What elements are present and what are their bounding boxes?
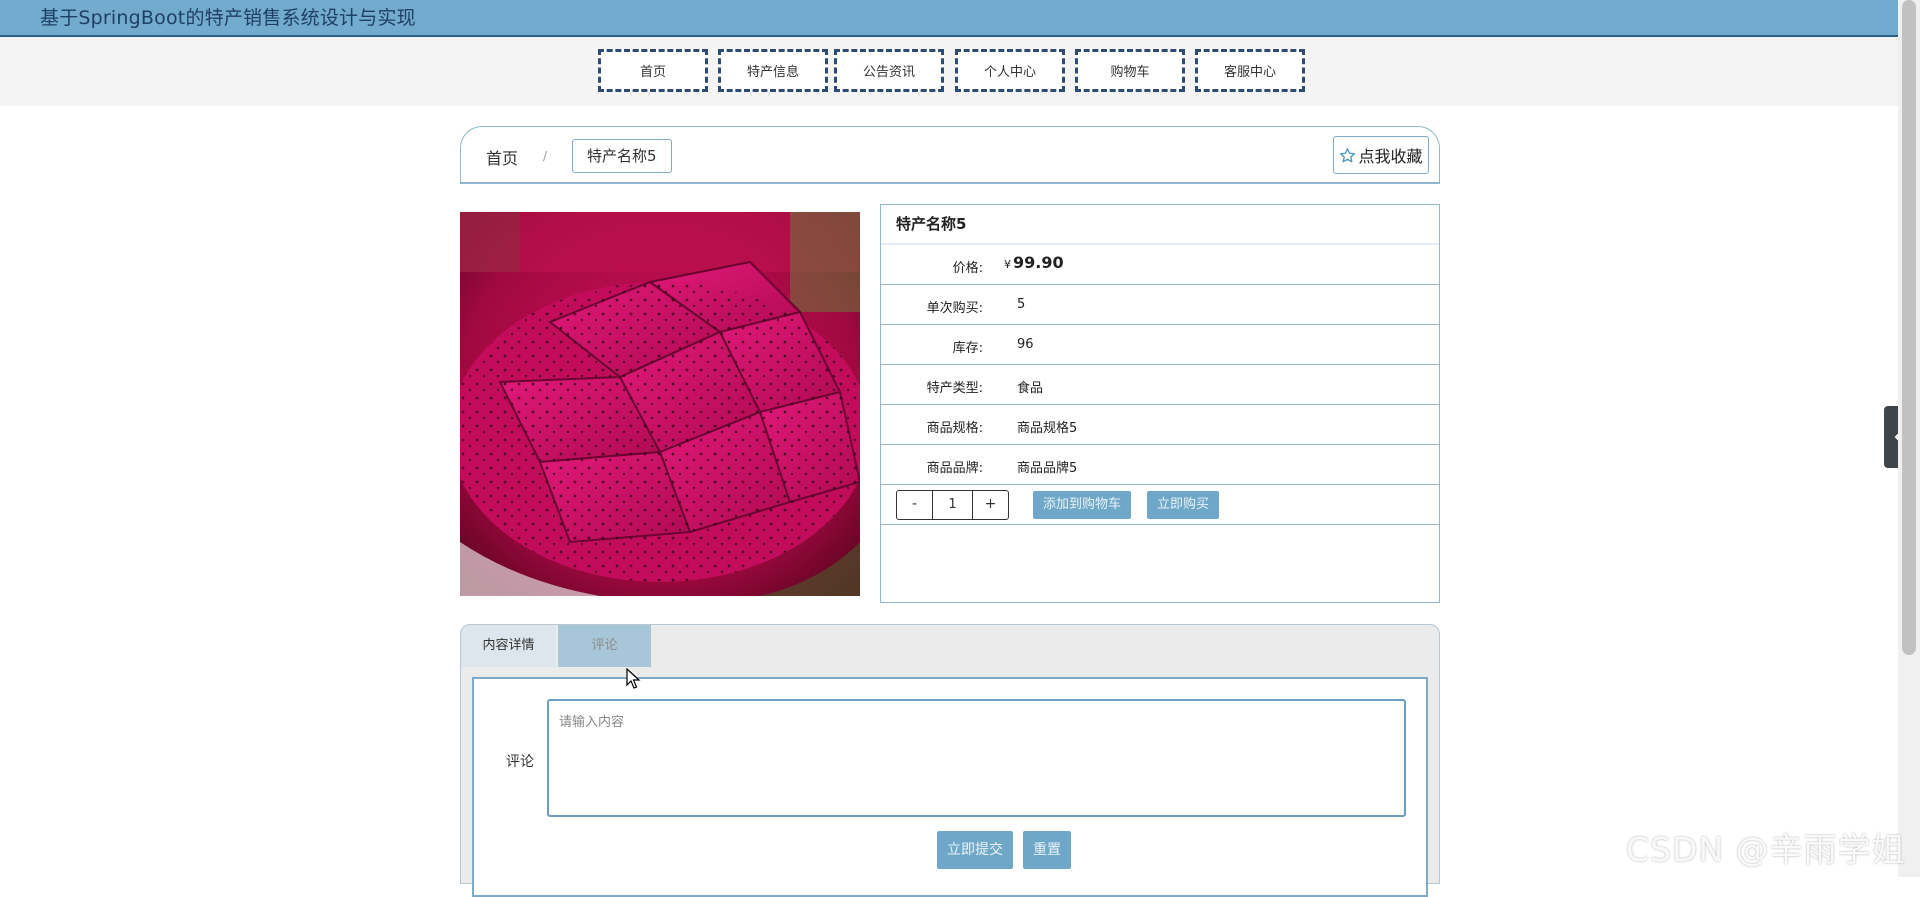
main-nav: 首页 特产信息 公告资讯 个人中心 购物车 客服中心: [0, 37, 1920, 106]
submit-button[interactable]: 立即提交: [937, 831, 1013, 869]
purchase-row: - 1 + 添加到购物车 立即购买: [881, 485, 1439, 525]
add-to-cart-button[interactable]: 添加到购物车: [1033, 491, 1132, 519]
favorite-label: 点我收藏: [1358, 147, 1423, 166]
comment-label: 评论: [506, 754, 534, 770]
detail-label: 单次购买:: [926, 301, 983, 316]
breadcrumb: 首页 / 特产名称5 点我收藏: [460, 126, 1440, 184]
price-value: ¥99.90: [1004, 253, 1064, 272]
product-name: 特产名称5: [881, 205, 1439, 245]
detail-value: 商品规格5: [1017, 421, 1078, 436]
quantity-stepper: - 1 +: [896, 490, 1009, 520]
detail-label: 商品品牌:: [926, 461, 983, 476]
breadcrumb-separator: /: [543, 149, 548, 163]
breadcrumb-current: 特产名称5: [572, 139, 672, 173]
detail-value: 商品品牌5: [1017, 461, 1078, 476]
currency-symbol: ¥: [1004, 258, 1011, 271]
breadcrumb-home[interactable]: 首页: [486, 145, 518, 169]
price-label: 价格:: [952, 261, 983, 276]
detail-row: 库存: 96: [881, 325, 1439, 365]
top-header: 基于SpringBoot的特产销售系统设计与实现: [0, 0, 1920, 37]
nav-item-specialty-info[interactable]: 特产信息: [718, 49, 828, 92]
product-image: [460, 212, 860, 596]
reset-button[interactable]: 重置: [1023, 831, 1071, 869]
detail-row: 特产类型: 食品: [881, 365, 1439, 405]
tab-content-detail[interactable]: 内容详情: [461, 625, 556, 667]
detail-value: 5: [1017, 297, 1026, 312]
quantity-plus-button[interactable]: +: [973, 491, 1008, 519]
quantity-minus-button[interactable]: -: [897, 491, 932, 519]
price-amount: 99.90: [1013, 253, 1064, 272]
detail-value: 96: [1017, 337, 1034, 352]
nav-item-announcements[interactable]: 公告资讯: [834, 49, 944, 92]
price-row: 价格: ¥99.90: [881, 245, 1439, 285]
site-title: 基于SpringBoot的特产销售系统设计与实现: [40, 7, 416, 29]
detail-label: 商品规格:: [926, 421, 983, 436]
star-icon: [1340, 147, 1356, 162]
product-info-panel: 特产名称5 价格: ¥99.90 单次购买: 5 库存: 96 特产类型: 食品…: [880, 204, 1440, 603]
watermark: CSDN @辛雨学姐: [1626, 830, 1906, 869]
page-scrollbar[interactable]: [1898, 0, 1920, 877]
detail-value: 食品: [1017, 381, 1044, 396]
nav-item-customer-service[interactable]: 客服中心: [1195, 49, 1305, 92]
detail-row: 商品品牌: 商品品牌5: [881, 445, 1439, 485]
detail-label: 特产类型:: [926, 381, 983, 396]
detail-row: 商品规格: 商品规格5: [881, 405, 1439, 445]
comment-form: 评论 请输入内容 立即提交 重置: [472, 677, 1428, 897]
favorite-button[interactable]: 点我收藏: [1333, 136, 1429, 174]
mouse-cursor-icon: [626, 668, 641, 689]
nav-item-cart[interactable]: 购物车: [1075, 49, 1185, 92]
quantity-input[interactable]: 1: [932, 491, 973, 519]
buy-now-button[interactable]: 立即购买: [1147, 491, 1220, 519]
tab-comment[interactable]: 评论: [558, 625, 651, 667]
detail-label: 库存:: [952, 341, 983, 356]
nav-item-home[interactable]: 首页: [598, 49, 708, 92]
detail-row: 单次购买: 5: [881, 285, 1439, 325]
content-tabs: 内容详情 评论 评论 请输入内容 立即提交 重置: [460, 624, 1440, 897]
comment-textarea[interactable]: 请输入内容: [547, 699, 1406, 817]
nav-item-personal-center[interactable]: 个人中心: [955, 49, 1065, 92]
scrollbar-thumb[interactable]: [1902, 0, 1916, 655]
